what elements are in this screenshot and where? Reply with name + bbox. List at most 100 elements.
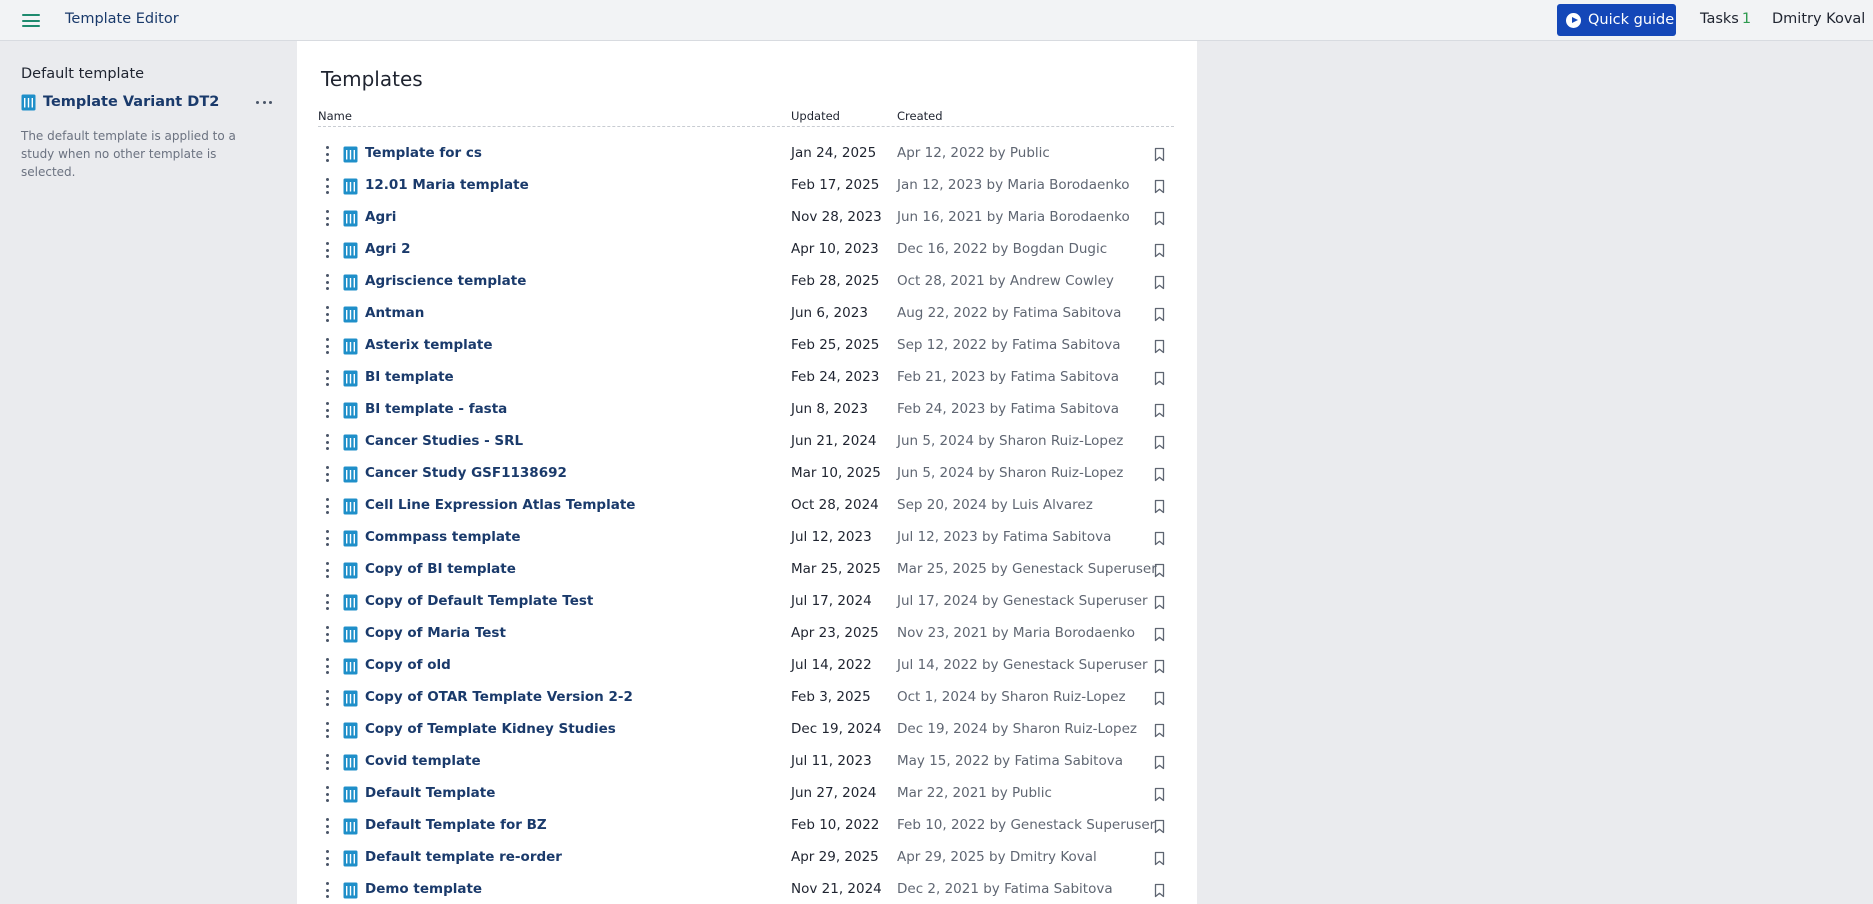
- bookmark-icon[interactable]: [1153, 307, 1166, 322]
- template-name-link[interactable]: Cell Line Expression Atlas Template: [365, 497, 635, 513]
- bookmark-icon[interactable]: [1153, 499, 1166, 514]
- updated-date: Feb 3, 2025: [791, 689, 871, 705]
- updated-date: Feb 25, 2025: [791, 337, 880, 353]
- template-name-link[interactable]: Covid template: [365, 753, 481, 769]
- bookmark-icon[interactable]: [1153, 691, 1166, 706]
- bookmark-icon[interactable]: [1153, 659, 1166, 674]
- bookmark-icon[interactable]: [1153, 243, 1166, 258]
- row-actions-icon[interactable]: [324, 658, 330, 674]
- row-actions-icon[interactable]: [324, 690, 330, 706]
- row-actions-icon[interactable]: [324, 562, 330, 578]
- row-actions-icon[interactable]: [324, 818, 330, 834]
- bookmark-icon[interactable]: [1153, 563, 1166, 578]
- template-name-link[interactable]: Default template re-order: [365, 849, 562, 865]
- row-actions-icon[interactable]: [324, 850, 330, 866]
- row-actions-icon[interactable]: [324, 178, 330, 194]
- row-actions-icon[interactable]: [324, 274, 330, 290]
- template-name-link[interactable]: Copy of Maria Test: [365, 625, 506, 641]
- row-actions-icon[interactable]: [324, 754, 330, 770]
- bookmark-icon[interactable]: [1153, 787, 1166, 802]
- top-bar: Template Editor Quick guide Tasks 1 Dmitr…: [0, 0, 1873, 41]
- created-info: Sep 20, 2024 by Luis Alvarez: [897, 497, 1093, 513]
- template-name-link[interactable]: Agriscience template: [365, 273, 526, 289]
- template-icon: [343, 722, 358, 739]
- bookmark-icon[interactable]: [1153, 819, 1166, 834]
- template-icon: [343, 594, 358, 611]
- template-name-link[interactable]: Antman: [365, 305, 424, 321]
- bookmark-icon[interactable]: [1153, 755, 1166, 770]
- app-title[interactable]: Template Editor: [65, 11, 179, 27]
- row-actions-icon[interactable]: [324, 434, 330, 450]
- bookmark-icon[interactable]: [1153, 595, 1166, 610]
- template-name-link[interactable]: Default Template: [365, 785, 495, 801]
- template-name-link[interactable]: Asterix template: [365, 337, 492, 353]
- template-name-link[interactable]: Cancer Study GSF1138692: [365, 465, 567, 481]
- template-name-link[interactable]: Copy of Default Template Test: [365, 593, 593, 609]
- bookmark-icon[interactable]: [1153, 275, 1166, 290]
- bookmark-icon[interactable]: [1153, 627, 1166, 642]
- created-info: Jul 12, 2023 by Fatima Sabitova: [897, 529, 1112, 545]
- created-info: Oct 28, 2021 by Andrew Cowley: [897, 273, 1114, 289]
- template-name-link[interactable]: BI template: [365, 369, 454, 385]
- row-actions-icon[interactable]: [324, 338, 330, 354]
- created-info: Jun 16, 2021 by Maria Borodaenko: [897, 209, 1130, 225]
- tasks-button[interactable]: Tasks 1: [1700, 11, 1751, 27]
- bookmark-icon[interactable]: [1153, 371, 1166, 386]
- row-actions-icon[interactable]: [324, 210, 330, 226]
- bookmark-icon[interactable]: [1153, 467, 1166, 482]
- bookmark-icon[interactable]: [1153, 403, 1166, 418]
- tasks-count-badge: 1: [1741, 11, 1752, 27]
- template-name-link[interactable]: BI template - fasta: [365, 401, 507, 417]
- bookmark-icon[interactable]: [1153, 339, 1166, 354]
- column-header-updated[interactable]: Updated: [791, 109, 840, 123]
- template-name-link[interactable]: Default Template for BZ: [365, 817, 547, 833]
- row-actions-icon[interactable]: [324, 306, 330, 322]
- row-actions-icon[interactable]: [324, 466, 330, 482]
- template-name-link[interactable]: Copy of BI template: [365, 561, 516, 577]
- column-header-name[interactable]: Name: [318, 109, 352, 123]
- column-header-created[interactable]: Created: [897, 109, 943, 123]
- row-actions-icon[interactable]: [324, 498, 330, 514]
- row-actions-icon[interactable]: [324, 594, 330, 610]
- template-name-link[interactable]: Commpass template: [365, 529, 521, 545]
- row-actions-icon[interactable]: [324, 626, 330, 642]
- table-row: Agri 2 Apr 10, 2023 Dec 16, 2022 by Bogd…: [297, 234, 1197, 266]
- row-actions-icon[interactable]: [324, 402, 330, 418]
- table-row: Agri Nov 28, 2023 Jun 16, 2021 by Maria …: [297, 202, 1197, 234]
- updated-date: Nov 28, 2023: [791, 209, 882, 225]
- bookmark-icon[interactable]: [1153, 179, 1166, 194]
- created-info: Oct 1, 2024 by Sharon Ruiz-Lopez: [897, 689, 1126, 705]
- row-actions-icon[interactable]: [324, 370, 330, 386]
- user-menu[interactable]: Dmitry Koval: [1772, 11, 1865, 27]
- template-name-link[interactable]: Copy of OTAR Template Version 2-2: [365, 689, 633, 705]
- template-name-link[interactable]: Template for cs: [365, 145, 482, 161]
- template-name-link[interactable]: Copy of Template Kidney Studies: [365, 721, 616, 737]
- row-actions-icon[interactable]: [324, 146, 330, 162]
- quick-guide-label: Quick guide: [1588, 12, 1675, 28]
- row-actions-icon[interactable]: [324, 882, 330, 898]
- bookmark-icon[interactable]: [1153, 883, 1166, 898]
- bookmark-icon[interactable]: [1153, 723, 1166, 738]
- quick-guide-button[interactable]: Quick guide: [1557, 4, 1676, 36]
- row-actions-icon[interactable]: [324, 530, 330, 546]
- bookmark-icon[interactable]: [1153, 435, 1166, 450]
- row-actions-icon[interactable]: [324, 722, 330, 738]
- bookmark-icon[interactable]: [1153, 851, 1166, 866]
- bookmark-icon[interactable]: [1153, 147, 1166, 162]
- more-options-icon[interactable]: [256, 94, 272, 110]
- template-name-link[interactable]: 12.01 Maria template: [365, 177, 529, 193]
- template-name-link[interactable]: Agri: [365, 209, 396, 225]
- template-name-link[interactable]: Demo template: [365, 881, 482, 897]
- template-name-link[interactable]: Cancer Studies - SRL: [365, 433, 523, 449]
- hamburger-menu-icon[interactable]: [22, 14, 40, 27]
- template-name-link[interactable]: Agri 2: [365, 241, 411, 257]
- created-info: May 15, 2022 by Fatima Sabitova: [897, 753, 1123, 769]
- table-row: BI template - fasta Jun 8, 2023 Feb 24, …: [297, 394, 1197, 426]
- default-template-link[interactable]: Template Variant DT2: [21, 91, 281, 113]
- row-actions-icon[interactable]: [324, 242, 330, 258]
- bookmark-icon[interactable]: [1153, 531, 1166, 546]
- bookmark-icon[interactable]: [1153, 211, 1166, 226]
- template-icon: [343, 274, 358, 291]
- row-actions-icon[interactable]: [324, 786, 330, 802]
- template-name-link[interactable]: Copy of old: [365, 657, 451, 673]
